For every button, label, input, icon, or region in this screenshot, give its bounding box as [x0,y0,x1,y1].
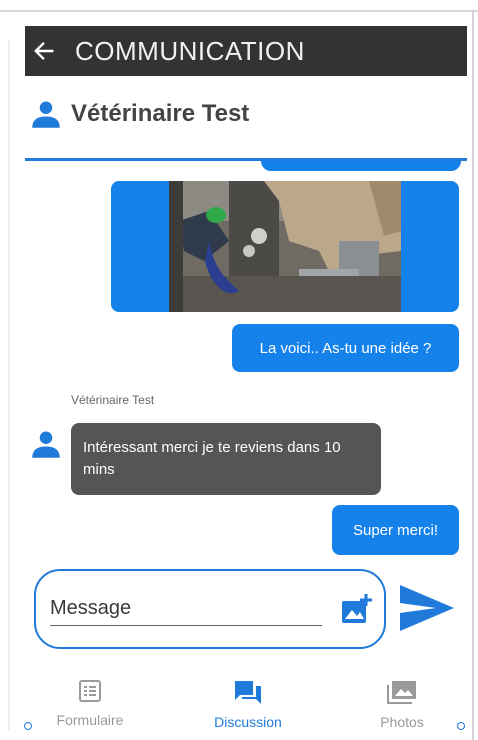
nav-item-formulaire[interactable]: Formulaire [35,672,145,740]
nav-label: Formulaire [56,712,124,728]
nav-item-discussion[interactable]: Discussion [193,672,303,740]
nav-item-photos[interactable]: Photos [347,672,457,740]
message-text: Intéressant merci je te reviens dans 10 … [83,439,341,478]
photos-icon [387,681,416,704]
message-composer [34,569,386,649]
sender-name: Vétérinaire Test [71,393,155,407]
chat-screen: COMMUNICATION Vétérinaire Test La voici.… [0,0,478,740]
bottom-navigation: Formulaire Discussion Photos [24,672,467,740]
sender-person-icon [32,431,60,458]
back-arrow-icon[interactable] [33,40,55,62]
nav-label: Discussion [214,714,282,730]
list-icon [79,680,101,702]
contact-name: Vétérinaire Test [71,100,250,127]
add-photo-icon[interactable] [340,593,374,625]
app-header: COMMUNICATION [25,26,467,76]
outgoing-message[interactable]: La voici.. As-tu une idée ? [232,324,459,372]
chat-icon [235,681,261,704]
top-edge-line [0,10,478,12]
send-icon[interactable] [398,583,456,633]
page-title: COMMUNICATION [75,35,305,66]
nav-label: Photos [380,714,424,730]
nav-left-dot [24,722,32,730]
message-text: La voici.. As-tu une idée ? [259,339,432,357]
previous-message-bubble [261,161,461,171]
left-edge-line [8,40,10,730]
right-edge-line [472,10,474,740]
person-icon [32,101,60,128]
milking-parlor-photo[interactable] [169,181,401,312]
incoming-message[interactable]: Intéressant merci je te reviens dans 10 … [71,423,381,495]
contact-bar: Vétérinaire Test [25,86,467,142]
message-text: Super merci! [352,521,439,539]
outgoing-message[interactable]: Super merci! [332,505,459,555]
message-list[interactable]: La voici.. As-tu une idée ? Vétérinaire … [25,161,467,569]
nav-right-dot [457,722,465,730]
message-input[interactable] [50,591,322,626]
outgoing-image-message[interactable] [111,181,459,312]
